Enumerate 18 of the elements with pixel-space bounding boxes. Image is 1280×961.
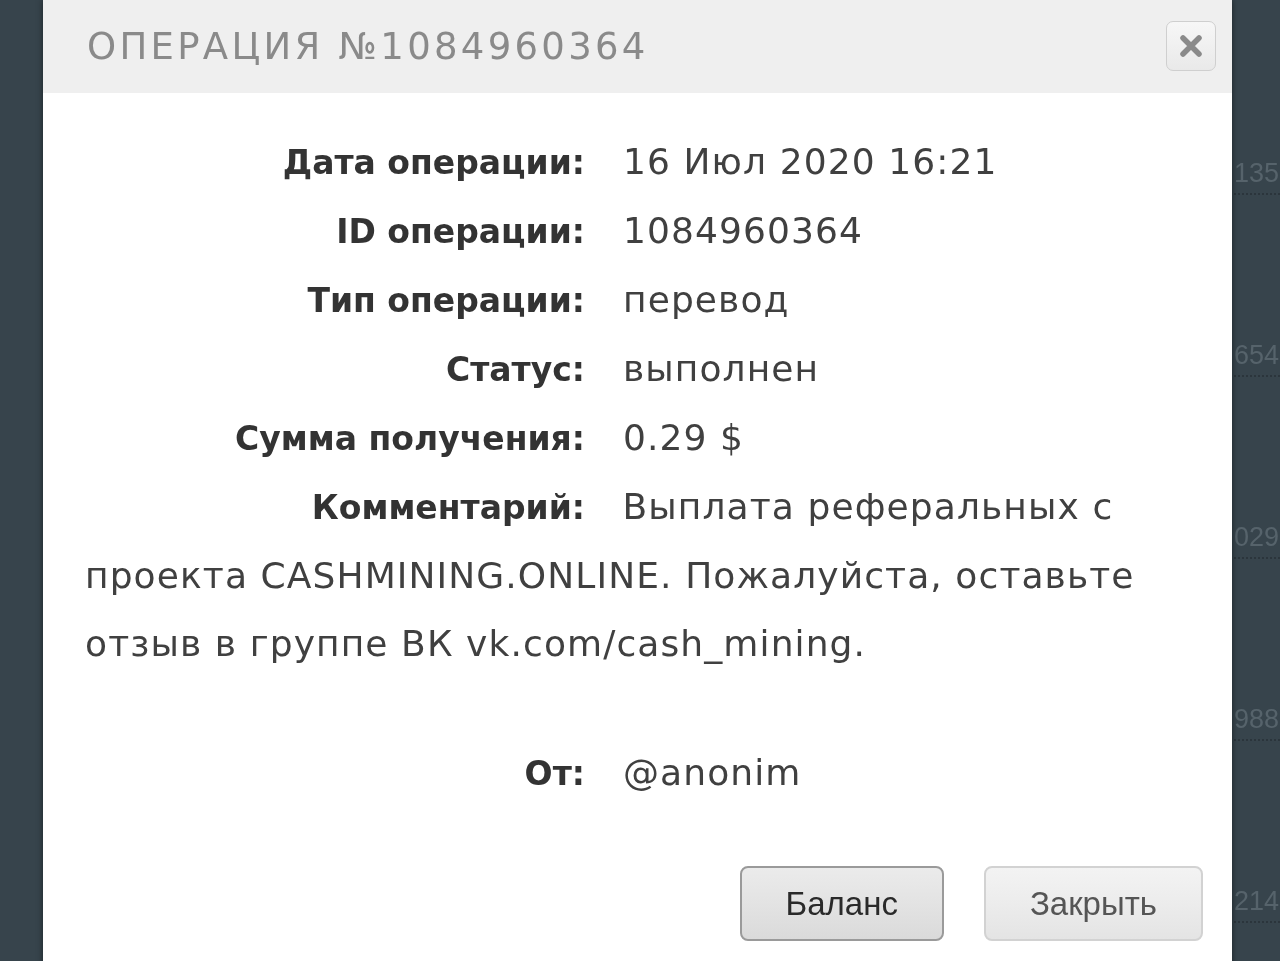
sender-value: @anonim — [623, 753, 802, 793]
comment-text: Комментарий: Выплата реферальных с проекта CASHMINING.ONLINE. Пожалуйста, оставьте отзыв в группе ВК vk.com/cash_mining. — [85, 485, 1136, 666]
detail-label: Дата операции: — [281, 143, 585, 183]
close-icon — [1180, 34, 1202, 57]
dialog-title: ОПЕРАЦИЯ №1084960364 — [87, 24, 649, 69]
detail-value: перевод — [623, 280, 790, 320]
balance-button[interactable]: Баланс — [739, 866, 944, 941]
detail-label: Сумма получения: — [234, 419, 585, 459]
close-dialog-button[interactable]: Закрыть — [983, 866, 1203, 941]
detail-value: 1084960364 — [623, 211, 864, 251]
detail-label: Тип операции: — [306, 281, 585, 321]
detail-label: Статус: — [445, 350, 585, 390]
detail-value: выполнен — [623, 349, 820, 389]
close-button[interactable] — [1166, 20, 1216, 71]
sender-label: От: — [523, 754, 585, 794]
detail-value: 16 Июл 2020 16:21 — [623, 142, 998, 182]
detail-value: 0.29 $ — [623, 418, 745, 458]
detail-label: ID операции: — [335, 212, 585, 252]
